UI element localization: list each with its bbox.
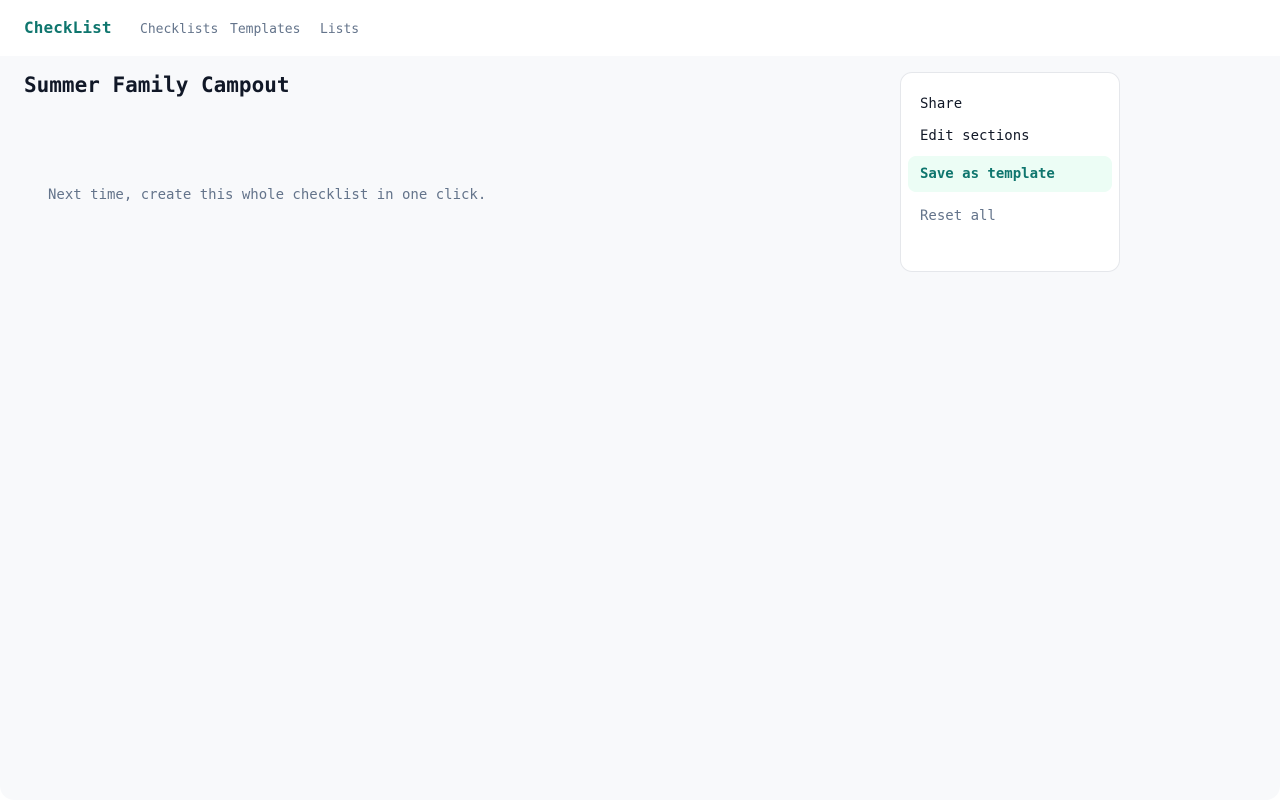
menu-item-reset-all[interactable]: Reset all [920, 207, 996, 225]
app-window: CheckList Checklists Templates Lists Sum… [0, 0, 1280, 800]
menu-item-share[interactable]: Share [920, 95, 962, 113]
menu-item-edit-sections[interactable]: Edit sections [920, 127, 1030, 145]
brand-logo[interactable]: CheckList [24, 18, 112, 38]
nav-link-lists[interactable]: Lists [320, 21, 359, 38]
top-navigation-bar: CheckList Checklists Templates Lists [0, 0, 1280, 56]
nav-link-checklists[interactable]: Checklists [140, 21, 218, 38]
page-title: Summer Family Campout [24, 73, 290, 97]
menu-item-save-as-template[interactable]: Save as template [908, 156, 1112, 192]
checklist-actions-menu: Share Edit sections Save as template Res… [900, 72, 1120, 272]
menu-item-save-as-template-label: Save as template [920, 166, 1055, 182]
template-hint-text: Next time, create this whole checklist i… [48, 187, 487, 203]
nav-link-templates[interactable]: Templates [230, 21, 300, 38]
